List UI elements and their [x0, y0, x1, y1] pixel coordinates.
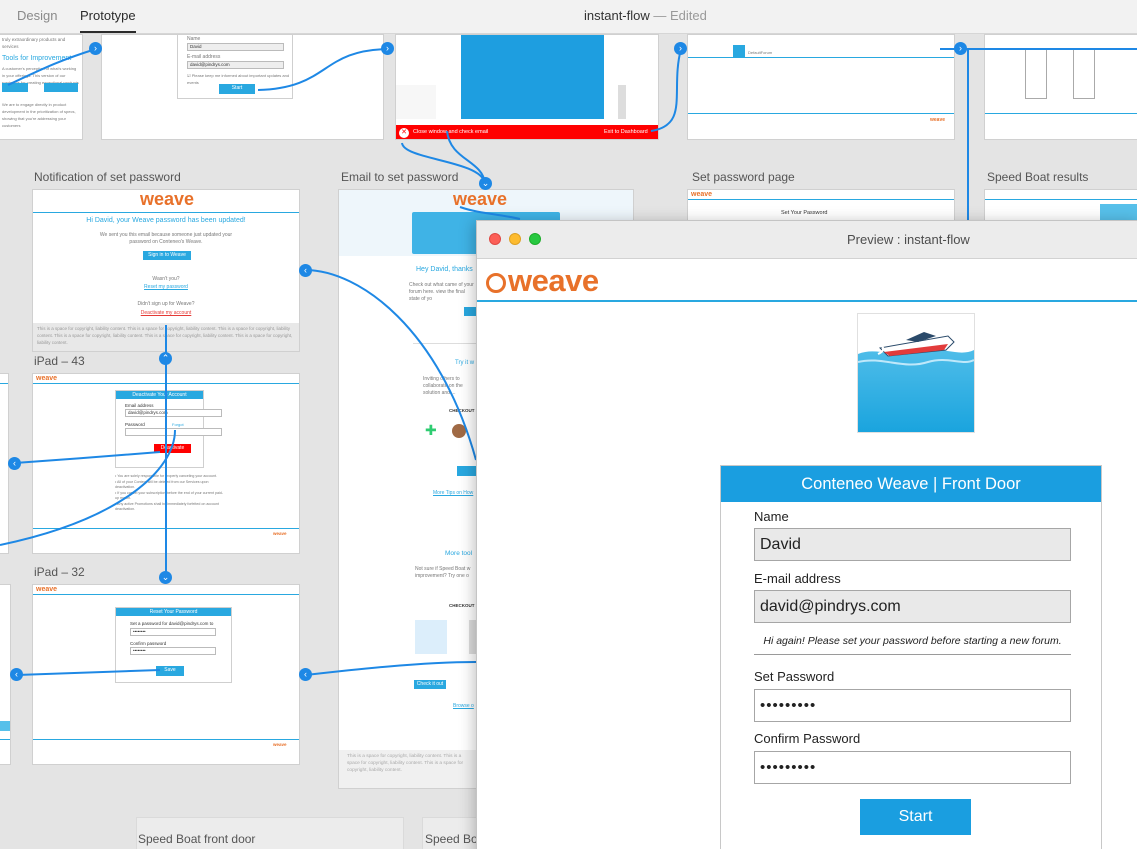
preview-title: Preview : instant-flow [847, 232, 970, 247]
wire [305, 661, 477, 676]
set-password-label: Set Password [754, 669, 835, 684]
name-input[interactable]: David [754, 528, 1071, 561]
wire [459, 206, 521, 220]
connector-handle-icon[interactable]: › [381, 42, 394, 55]
speed-boat-illustration [857, 314, 975, 432]
preview-header: weave [477, 259, 1137, 301]
form-divider [754, 654, 1071, 655]
name-label: Name [754, 509, 789, 524]
speed-boat-image [857, 313, 975, 433]
connector-handle-icon[interactable]: › [674, 42, 687, 55]
minimize-window-button[interactable] [509, 233, 521, 245]
close-window-button[interactable] [489, 233, 501, 245]
connector-handle-icon[interactable]: ‹ [299, 668, 312, 681]
wire [257, 48, 389, 91]
preview-titlebar[interactable]: Preview : instant-flow [477, 221, 1137, 259]
form-note: Hi again! Please set your password befor… [763, 635, 1062, 647]
wire [16, 669, 161, 676]
connector-handle-icon[interactable]: ‹ [10, 668, 23, 681]
wire [7, 48, 97, 86]
connector-handle-icon[interactable]: › [954, 42, 967, 55]
preview-body: Conteneo Weave | Front Door Name David E… [477, 302, 1137, 849]
zoom-window-button[interactable] [529, 233, 541, 245]
wire [14, 451, 161, 464]
email-label: E-mail address [754, 571, 841, 586]
form-title: Conteneo Weave | Front Door [721, 466, 1101, 502]
connector-handle-icon[interactable]: ⌄ [159, 571, 172, 584]
connector-handle-icon[interactable]: ‹ [299, 264, 312, 277]
confirm-password-input[interactable]: ••••••••• [754, 751, 1071, 784]
wire [304, 269, 477, 461]
weave-ring-icon [486, 273, 506, 293]
front-door-form: Conteneo Weave | Front Door Name David E… [720, 465, 1102, 849]
email-input[interactable]: david@pindrys.com [754, 590, 1071, 623]
weave-logo: weave [486, 263, 599, 299]
connector-handle-icon[interactable]: ‹ [8, 457, 21, 470]
confirm-password-label: Confirm Password [754, 731, 861, 746]
connector-handle-icon[interactable]: ⌃ [159, 352, 172, 365]
connector-handle-icon[interactable]: ⌄ [479, 177, 492, 190]
wire [0, 429, 176, 546]
weave-logo-text: weave [508, 263, 599, 298]
connector-handle-icon[interactable]: › [89, 42, 102, 55]
start-button[interactable]: Start [860, 799, 971, 835]
set-password-input[interactable]: ••••••••• [754, 689, 1071, 722]
wire [650, 48, 682, 132]
preview-window[interactable]: Preview : instant-flow weave Conteneo We… [476, 220, 1137, 849]
